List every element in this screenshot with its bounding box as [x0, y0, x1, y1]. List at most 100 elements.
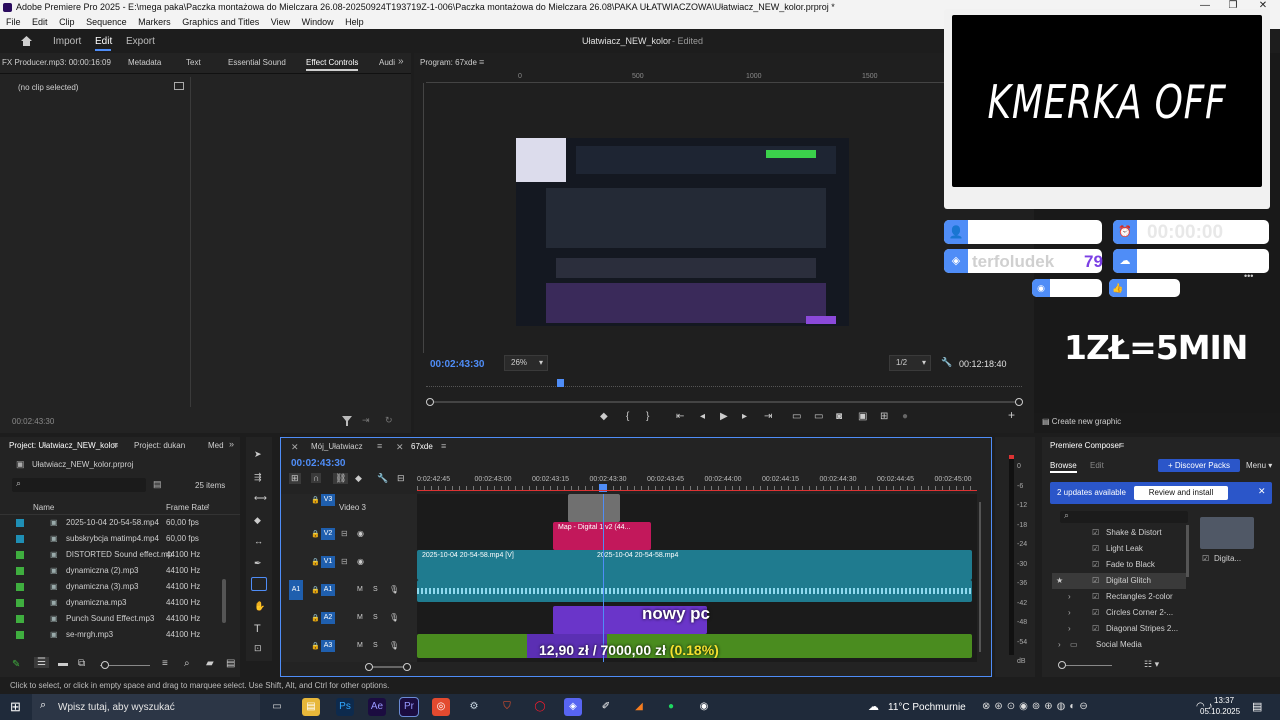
track-v3-toggle[interactable]: V3 — [321, 494, 335, 506]
list-item[interactable]: ▣ dynamiczna (3).mp3 44100 Hz — [0, 579, 230, 595]
project-menu-icon[interactable]: ≡ — [113, 440, 118, 450]
camera-icon[interactable]: ◙ — [836, 411, 842, 422]
composer-item[interactable]: ☑ Light Leak — [1052, 541, 1186, 557]
star-icon[interactable]: ★ — [1056, 573, 1063, 589]
pen-tool-icon[interactable]: ✒ — [254, 558, 262, 569]
opera-icon[interactable]: ◯ — [531, 698, 549, 716]
audio-tab[interactable]: Audi — [379, 58, 395, 67]
track-a1-toggle[interactable]: A1 — [321, 584, 335, 596]
checkbox-icon[interactable]: ☑ — [1092, 525, 1099, 541]
track-a3-toggle[interactable]: A3 — [321, 640, 335, 652]
extract-icon[interactable]: ▭ — [814, 411, 823, 422]
composer-item[interactable]: ☑ Shake & Distort — [1052, 525, 1186, 541]
tray-icons[interactable]: ⊗⊛⊙◉⊚⊕◍◐⊖ — [982, 701, 1092, 712]
mute-icon[interactable]: M — [357, 642, 363, 649]
checkbox-icon[interactable]: ☑ — [1092, 557, 1099, 573]
preview-thumbnail[interactable] — [1200, 517, 1254, 549]
export-icon[interactable]: ⇥ — [362, 415, 370, 426]
more-tabs-icon[interactable]: » — [229, 439, 234, 449]
sort-icon[interactable]: ≡ — [162, 658, 168, 669]
insert-icon[interactable]: ⊞ — [289, 473, 301, 484]
text-tab[interactable]: Text — [186, 58, 201, 67]
photoshop-icon[interactable]: Ps — [336, 698, 354, 716]
weather-text[interactable]: 11°C Pochmurnie — [888, 702, 966, 713]
composer-item[interactable]: › ☑ Diagonal Stripes 2... — [1052, 621, 1186, 637]
list-item[interactable]: ▣ 2025-10-04 20-54-58.mp4 60,00 fps — [0, 515, 230, 531]
taskbar-search[interactable]: ⌕ Wpisz tutaj, aby wyszukać — [32, 694, 260, 720]
slip-tool-icon[interactable]: ↔ — [254, 536, 263, 546]
lock-icon[interactable]: 🔒 — [311, 642, 320, 650]
menu-help[interactable]: Help — [345, 17, 364, 27]
framerate-column-header[interactable]: Frame Rate — [166, 503, 208, 512]
new-item-icon[interactable]: ▤ — [226, 658, 235, 669]
scroll-handle-right[interactable] — [403, 663, 411, 671]
tracks-area[interactable]: Map - Digital 1 v2 (44... 2025-10-04 20-… — [417, 494, 977, 662]
capcut-icon[interactable]: ✐ — [597, 698, 615, 716]
program-menu-icon[interactable]: ≡ — [479, 57, 484, 67]
program-video-frame[interactable] — [516, 138, 849, 326]
step-back-icon[interactable]: ◂ — [700, 411, 705, 422]
spotify-icon[interactable]: ● — [662, 698, 680, 716]
scroll-handle-left[interactable] — [365, 663, 373, 671]
more-options-icon[interactable]: ••• — [1244, 271, 1253, 281]
create-graphic-button[interactable]: ▤ Create new graphic — [1042, 417, 1121, 426]
lift-icon[interactable]: ▭ — [792, 411, 801, 422]
premiere-pro-icon[interactable]: Pr — [399, 697, 419, 717]
brave-icon[interactable]: ⛉ — [498, 698, 516, 716]
track-a2-toggle[interactable]: A2 — [321, 612, 335, 624]
menu-markers[interactable]: Markers — [138, 17, 171, 27]
chevron-right-icon[interactable]: › — [1068, 605, 1071, 621]
list-item[interactable]: ▣ DISTORTED Sound effect.mp 44100 Hz — [0, 547, 230, 563]
playhead[interactable] — [557, 379, 565, 387]
browse-tab[interactable]: Browse — [1050, 461, 1077, 473]
find-icon[interactable]: ⌕ — [184, 658, 190, 669]
list-view-icon[interactable]: ☷ ▾ — [1144, 659, 1159, 670]
file-explorer-icon[interactable]: ▤ — [302, 698, 320, 716]
tab-menu-icon[interactable]: ≡ — [377, 441, 382, 451]
list-item[interactable]: ▣ Punch Sound Effect.mp3 44100 Hz — [0, 611, 230, 627]
razor-icon[interactable]: ◆ — [254, 515, 261, 526]
project-tab-dukan[interactable]: Project: dukan — [134, 441, 185, 450]
menu-edit[interactable]: Edit — [32, 17, 48, 27]
panel-toggle-icon[interactable] — [174, 82, 184, 90]
import-tab[interactable]: Import — [53, 36, 81, 47]
v2-clip[interactable]: Map - Digital 1 v2 (44... — [553, 522, 651, 550]
freeform-view-icon[interactable]: ⧉ — [78, 658, 85, 669]
menu-file[interactable]: File — [6, 17, 21, 27]
v1-clip[interactable]: 2025-10-04 20-54-58.mp4 [V] 2025-10-04 2… — [417, 550, 972, 580]
mute-icon[interactable]: M — [357, 614, 363, 621]
tab-menu-icon[interactable]: ≡ — [441, 441, 446, 451]
sequence-tab-67xde[interactable]: 67xde — [411, 442, 433, 451]
vr-icon[interactable]: ⊞ — [880, 411, 888, 422]
menu-sequence[interactable]: Sequence — [86, 17, 127, 27]
menu-graphics[interactable]: Graphics and Titles — [182, 17, 259, 27]
media-tab[interactable]: Med — [208, 441, 224, 450]
zoom-select[interactable]: 26% ▾ — [504, 355, 548, 371]
more-tabs-icon[interactable]: » — [398, 56, 404, 67]
reset-icon[interactable]: ↻ — [385, 415, 393, 426]
go-to-out-icon[interactable]: ⇥ — [764, 411, 772, 422]
track-v2-toggle[interactable]: V2 — [321, 528, 335, 540]
menu-window[interactable]: Window — [302, 17, 334, 27]
composer-zoom-slider[interactable] — [1062, 665, 1112, 666]
mark-out-icon[interactable]: } — [646, 411, 649, 422]
edit-tab[interactable]: Edit — [1090, 461, 1104, 470]
menu-clip[interactable]: Clip — [59, 17, 75, 27]
resolution-select[interactable]: 1/2 ▾ — [889, 355, 931, 371]
chevron-right-icon[interactable]: › — [1068, 589, 1071, 605]
composer-menu-icon[interactable]: ≡ — [1119, 440, 1124, 450]
after-effects-icon[interactable]: Ae — [368, 698, 386, 716]
discord-icon[interactable]: ◈ — [564, 698, 582, 716]
obs-icon[interactable]: ◉ — [695, 698, 713, 716]
edit-tab[interactable]: Edit — [95, 36, 112, 47]
menu-view[interactable]: View — [271, 17, 290, 27]
play-icon[interactable]: ▶ — [720, 411, 728, 422]
solo-icon[interactable]: S — [373, 614, 378, 621]
program-timecode[interactable]: 00:02:43:30 — [430, 359, 484, 370]
composer-item[interactable]: › ☑ Rectangles 2-color — [1052, 589, 1186, 605]
list-item[interactable]: ▣ dynamiczna.mp3 44100 Hz — [0, 595, 230, 611]
button-editor-icon[interactable]: + — [1008, 408, 1015, 422]
steam-icon[interactable]: ⚙ — [465, 698, 483, 716]
composer-scrollbar[interactable] — [1186, 525, 1189, 577]
chevron-right-icon[interactable]: › — [1058, 637, 1061, 653]
